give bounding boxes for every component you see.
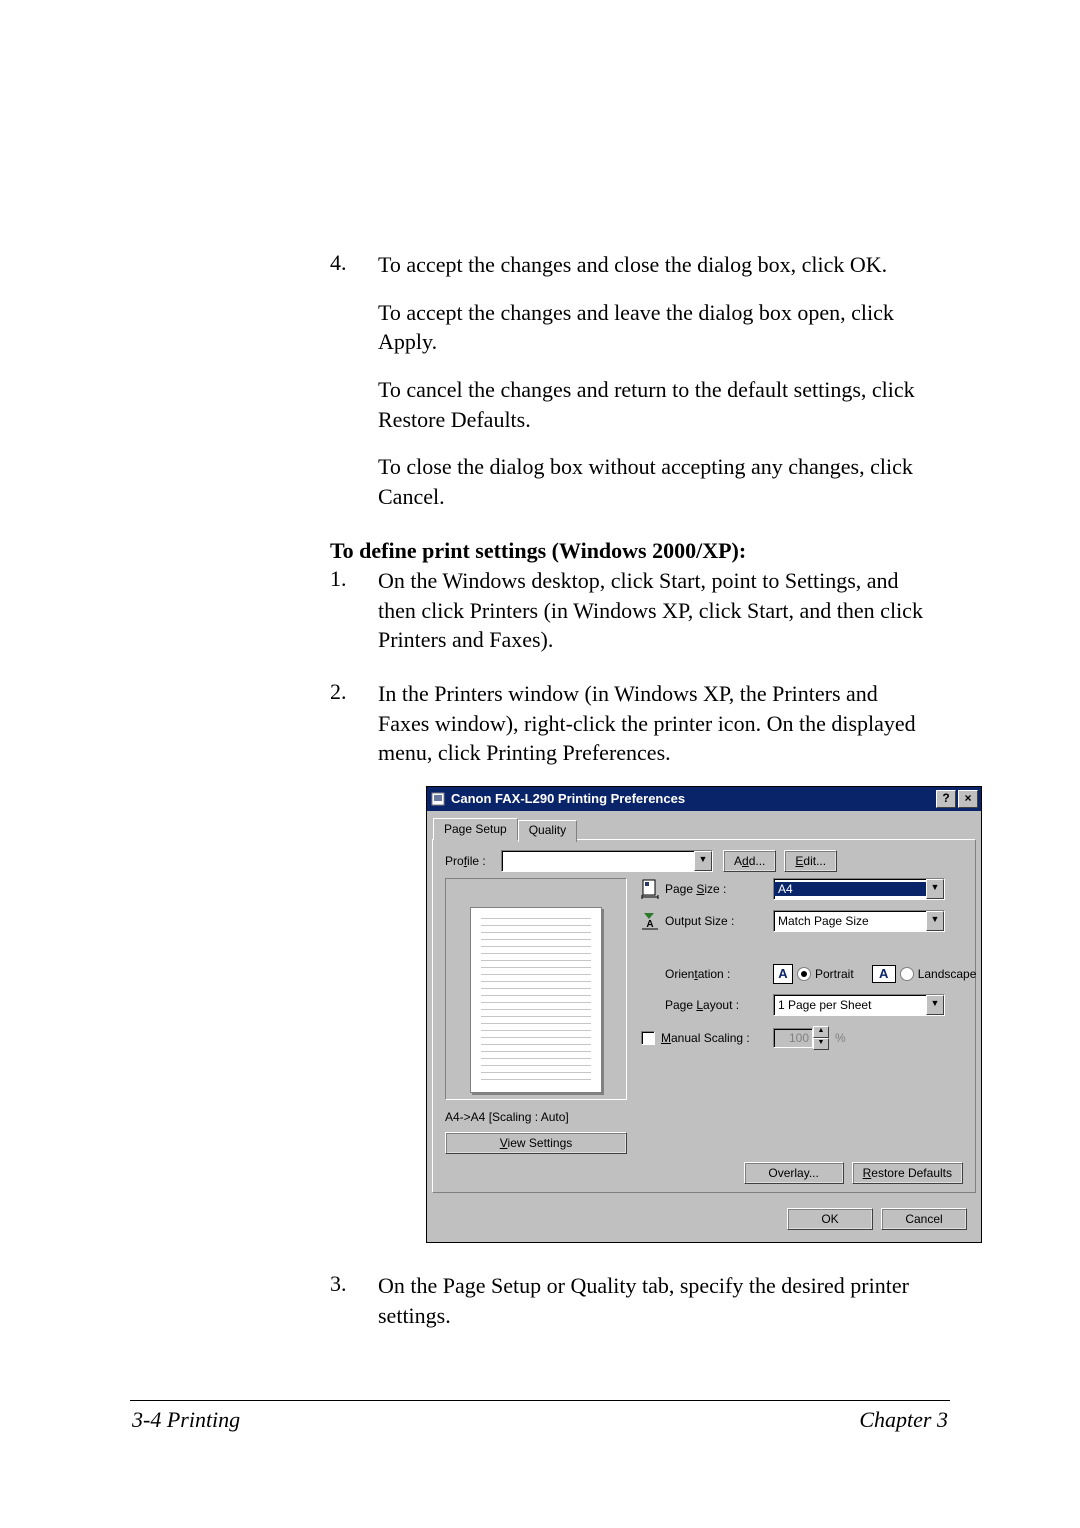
manual-scaling-value: 100 xyxy=(773,1028,813,1048)
orientation-label: Orientation : xyxy=(665,967,773,981)
close-button[interactable]: × xyxy=(958,790,978,808)
printing-preferences-dialog: Canon FAX-L290 Printing Preferences ? × … xyxy=(426,786,982,1243)
percent-label: % xyxy=(835,1031,846,1045)
orientation-portrait-radio[interactable] xyxy=(797,967,811,981)
profile-label: Profile : xyxy=(445,854,501,868)
dialog-title: Canon FAX-L290 Printing Preferences xyxy=(451,791,934,806)
page-size-combo[interactable]: A4 ▼ xyxy=(773,878,945,900)
step-4c-text: To cancel the changes and return to the … xyxy=(378,375,930,434)
tab-panel-page-setup: Profile : ▼ Add... Edit... xyxy=(432,839,976,1193)
step-number-4: 4. xyxy=(330,250,347,276)
titlebar[interactable]: Canon FAX-L290 Printing Preferences ? × xyxy=(427,787,981,811)
orientation-landscape-radio[interactable] xyxy=(900,967,914,981)
tab-page-setup[interactable]: Page Setup xyxy=(433,818,518,840)
ok-button[interactable]: OK xyxy=(787,1208,873,1230)
step-4d-text: To close the dialog box without acceptin… xyxy=(378,452,930,511)
cancel-button[interactable]: Cancel xyxy=(881,1208,967,1230)
page-layout-combo[interactable]: 1 Page per Sheet ▼ xyxy=(773,994,945,1016)
footer-left: 3-4 Printing xyxy=(132,1407,240,1433)
step-4-text: To accept the changes and close the dial… xyxy=(378,250,930,280)
page-size-icon xyxy=(641,879,665,899)
orientation-landscape-icon: A xyxy=(872,965,896,983)
preview-caption: A4->A4 [Scaling : Auto] xyxy=(445,1110,627,1124)
manual-scaling-spinner[interactable]: 100 ▲ ▼ % xyxy=(773,1026,976,1050)
section-heading: To define print settings (Windows 2000/X… xyxy=(330,538,930,564)
page-layout-value: 1 Page per Sheet xyxy=(774,998,926,1012)
manual-scaling-checkbox[interactable] xyxy=(641,1031,655,1045)
output-size-icon: A xyxy=(641,911,665,931)
orientation-portrait-icon: A xyxy=(773,964,793,984)
page-layout-label: Page Layout : xyxy=(641,998,773,1012)
step-2-text: In the Printers window (in Windows XP, t… xyxy=(378,679,930,768)
output-size-value: Match Page Size xyxy=(774,914,926,928)
output-size-drop-icon[interactable]: ▼ xyxy=(926,911,944,931)
footer-right: Chapter 3 xyxy=(859,1407,948,1433)
step-number-2: 2. xyxy=(330,679,347,705)
page-size-drop-icon[interactable]: ▼ xyxy=(926,879,944,899)
overlay-button[interactable]: Overlay... xyxy=(744,1162,844,1184)
tab-quality[interactable]: Quality xyxy=(518,820,577,842)
spinner-down-icon[interactable]: ▼ xyxy=(813,1038,829,1050)
spinner-up-icon[interactable]: ▲ xyxy=(813,1026,829,1038)
add-button[interactable]: Add... xyxy=(723,850,776,872)
manual-scaling-label: Manual Scaling : xyxy=(641,1031,773,1046)
step-3-text: On the Page Setup or Quality tab, specif… xyxy=(378,1271,930,1330)
footer-rule xyxy=(130,1400,950,1401)
output-size-label: Output Size : xyxy=(665,914,773,928)
step-number-1: 1. xyxy=(330,566,347,592)
orientation-landscape-label: Landscape xyxy=(918,967,977,981)
svg-text:A: A xyxy=(646,919,653,930)
edit-button[interactable]: Edit... xyxy=(784,850,837,872)
restore-defaults-button[interactable]: Restore Defaults xyxy=(852,1162,963,1184)
profile-combo[interactable]: ▼ xyxy=(501,850,713,872)
preview-page-icon xyxy=(470,907,602,1093)
orientation-portrait-label: Portrait xyxy=(815,967,854,981)
step-number-3: 3. xyxy=(330,1271,347,1297)
help-button[interactable]: ? xyxy=(936,790,956,808)
preview-area xyxy=(445,878,627,1100)
output-size-combo[interactable]: Match Page Size ▼ xyxy=(773,910,945,932)
step-1-text: On the Windows desktop, click Start, poi… xyxy=(378,566,930,655)
page-size-label: Page Size : xyxy=(665,882,773,896)
page-layout-drop-icon[interactable]: ▼ xyxy=(926,995,944,1015)
view-settings-button[interactable]: View Settings xyxy=(445,1132,627,1154)
profile-drop-icon[interactable]: ▼ xyxy=(694,851,712,871)
app-icon xyxy=(430,791,446,807)
page-size-value: A4 xyxy=(774,882,926,896)
step-4b-text: To accept the changes and leave the dial… xyxy=(378,298,930,357)
